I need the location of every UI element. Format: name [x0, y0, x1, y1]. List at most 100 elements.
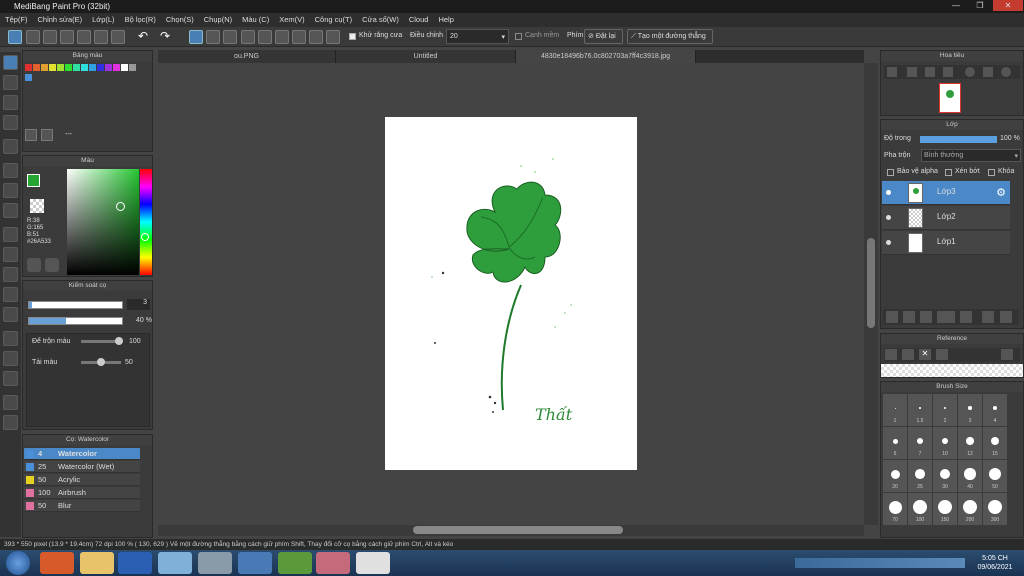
text-tool-icon[interactable]	[3, 331, 18, 346]
bucket-tool-icon[interactable]	[3, 183, 18, 198]
saturation-value-square[interactable]	[67, 169, 139, 275]
browser-taskbar-icon[interactable]	[278, 552, 312, 574]
hue-slider[interactable]	[140, 169, 152, 275]
brush-size-cell[interactable]: 100	[908, 493, 932, 525]
new-layer-icon[interactable]	[886, 311, 898, 323]
crosshair-snap-icon[interactable]	[258, 30, 272, 44]
menu-item-10[interactable]: Cloud	[404, 13, 434, 27]
correction-select[interactable]: 20 ▾	[446, 29, 509, 44]
minimize-button[interactable]: —	[945, 0, 967, 11]
palette-swatch[interactable]	[81, 64, 88, 71]
palette-swatch[interactable]	[121, 64, 128, 71]
new-palette-icon[interactable]	[25, 129, 37, 141]
folder-icon[interactable]	[960, 311, 972, 323]
palette-swatch[interactable]	[57, 64, 64, 71]
rotate-left-icon[interactable]	[965, 67, 975, 77]
brush-size-cell[interactable]: 1	[883, 394, 907, 426]
paste-icon[interactable]	[77, 30, 91, 44]
color-picker-icon[interactable]	[27, 258, 41, 272]
palette-swatch[interactable]	[73, 64, 80, 71]
maximize-button[interactable]: ❐	[969, 0, 991, 11]
palette-swatch[interactable]	[49, 64, 56, 71]
gear-icon[interactable]: ⚙	[996, 186, 1006, 199]
reference-area[interactable]	[881, 364, 1023, 377]
brush-tool-icon[interactable]	[8, 30, 22, 44]
brush-size-cell[interactable]: 150	[933, 493, 957, 525]
brush-size-cell[interactable]: 300	[983, 493, 1007, 525]
powerpoint-taskbar-icon[interactable]	[40, 552, 74, 574]
straight-line-button[interactable]: ⟋ Tạo một đường thẳng	[627, 29, 713, 44]
menu-item-6[interactable]: Màu (C)	[237, 13, 274, 27]
explorer-taskbar-icon[interactable]	[80, 552, 114, 574]
menu-item-11[interactable]: Help	[433, 13, 458, 27]
calculator-taskbar-icon[interactable]	[198, 552, 232, 574]
reset-button[interactable]: ⊘ Đặt lại	[584, 29, 623, 44]
snap-settings-icon[interactable]	[326, 30, 340, 44]
new-halftone-layer-icon[interactable]	[903, 311, 915, 323]
pen-tool-icon[interactable]	[3, 55, 18, 70]
hue-cursor[interactable]	[141, 233, 149, 241]
select-eraser-icon[interactable]	[3, 307, 18, 322]
protect-alpha-checkbox[interactable]	[887, 169, 894, 176]
palette-swatch[interactable]	[105, 64, 112, 71]
menu-item-7[interactable]: Xem(V)	[274, 13, 309, 27]
close-icon[interactable]: ✕	[919, 349, 931, 360]
foreground-color-swatch[interactable]	[27, 174, 40, 187]
brush-item[interactable]: 50 Acrylic	[24, 474, 140, 486]
word-taskbar-icon[interactable]	[118, 552, 152, 574]
open-folder-icon[interactable]	[902, 349, 914, 360]
pencil-icon[interactable]	[3, 395, 18, 410]
brush-size-cell[interactable]: 70	[883, 493, 907, 525]
undo-icon[interactable]: ↶	[138, 30, 152, 44]
brush-opacity-slider[interactable]	[28, 317, 123, 325]
menu-item-5[interactable]: Chụp(N)	[199, 13, 237, 27]
tab-untitled[interactable]: Untitled	[336, 50, 516, 63]
brush-size-slider[interactable]	[28, 301, 123, 309]
brush-size-cell[interactable]: 200	[958, 493, 982, 525]
eye-icon[interactable]	[886, 215, 891, 220]
brush-select-icon[interactable]	[3, 115, 18, 130]
brush-size-cell[interactable]: 2	[933, 394, 957, 426]
parallel-snap-icon[interactable]	[206, 30, 220, 44]
tab-jpg[interactable]: 4830e18496b76.0c802703a7ff4c3918.jpg	[516, 50, 696, 63]
ellipse-snap-icon[interactable]	[292, 30, 306, 44]
palette-swatch[interactable]	[113, 64, 120, 71]
system-tray-icons[interactable]	[795, 558, 965, 568]
brush-size-cell[interactable]: 30	[933, 460, 957, 492]
blend-mode-select[interactable]: Bình thường ▾	[921, 149, 1021, 162]
palette-swatches[interactable]	[25, 64, 137, 81]
tab-ou[interactable]: ou.PNG	[158, 50, 336, 63]
menu-item-2[interactable]: Lớp(L)	[87, 13, 119, 27]
menu-item-0[interactable]: Tệp(F)	[0, 13, 33, 27]
snap-off-icon[interactable]	[189, 30, 203, 44]
eye-icon[interactable]	[886, 240, 891, 245]
copy-icon[interactable]	[60, 30, 74, 44]
add-layer-menu-icon[interactable]	[937, 311, 955, 323]
brush-size-grid[interactable]: 1 1.5 2 3 4 5 7 10 12 15 20 25 30 40 50 70 100 150 200 300	[883, 394, 1011, 536]
palette-swatch[interactable]	[89, 64, 96, 71]
soft-edge-checkbox[interactable]	[515, 33, 522, 40]
upload-icon[interactable]	[885, 349, 897, 360]
brush-size-cell[interactable]: 25	[908, 460, 932, 492]
lasso-tool-icon[interactable]	[3, 247, 18, 262]
brush-size-cell[interactable]: 3	[958, 394, 982, 426]
layer-row-2[interactable]: Lớp2	[882, 206, 1010, 230]
brush-size-cell[interactable]: 7	[908, 427, 932, 459]
blend-slider[interactable]	[81, 337, 123, 345]
dot-tool-icon[interactable]	[3, 95, 18, 110]
brush-size-cell[interactable]: 1.5	[908, 394, 932, 426]
layer-row-1[interactable]: Lớp1	[882, 231, 1010, 255]
select-tool-icon[interactable]	[3, 227, 18, 242]
palette-swatch[interactable]	[25, 64, 32, 71]
eyedropper-icon[interactable]	[1001, 349, 1013, 360]
horizontal-scrollbar[interactable]	[158, 525, 864, 536]
print-icon[interactable]	[111, 30, 125, 44]
eye-icon[interactable]	[886, 190, 891, 195]
chrome-taskbar-icon[interactable]	[356, 552, 390, 574]
menu-item-4[interactable]: Chọn(S)	[161, 13, 199, 27]
zoom-in-icon[interactable]	[887, 67, 897, 77]
save-icon[interactable]	[26, 30, 40, 44]
color-wheel-icon[interactable]	[45, 258, 59, 272]
select-pen-icon[interactable]	[3, 287, 18, 302]
move-tool-icon[interactable]	[3, 139, 18, 154]
